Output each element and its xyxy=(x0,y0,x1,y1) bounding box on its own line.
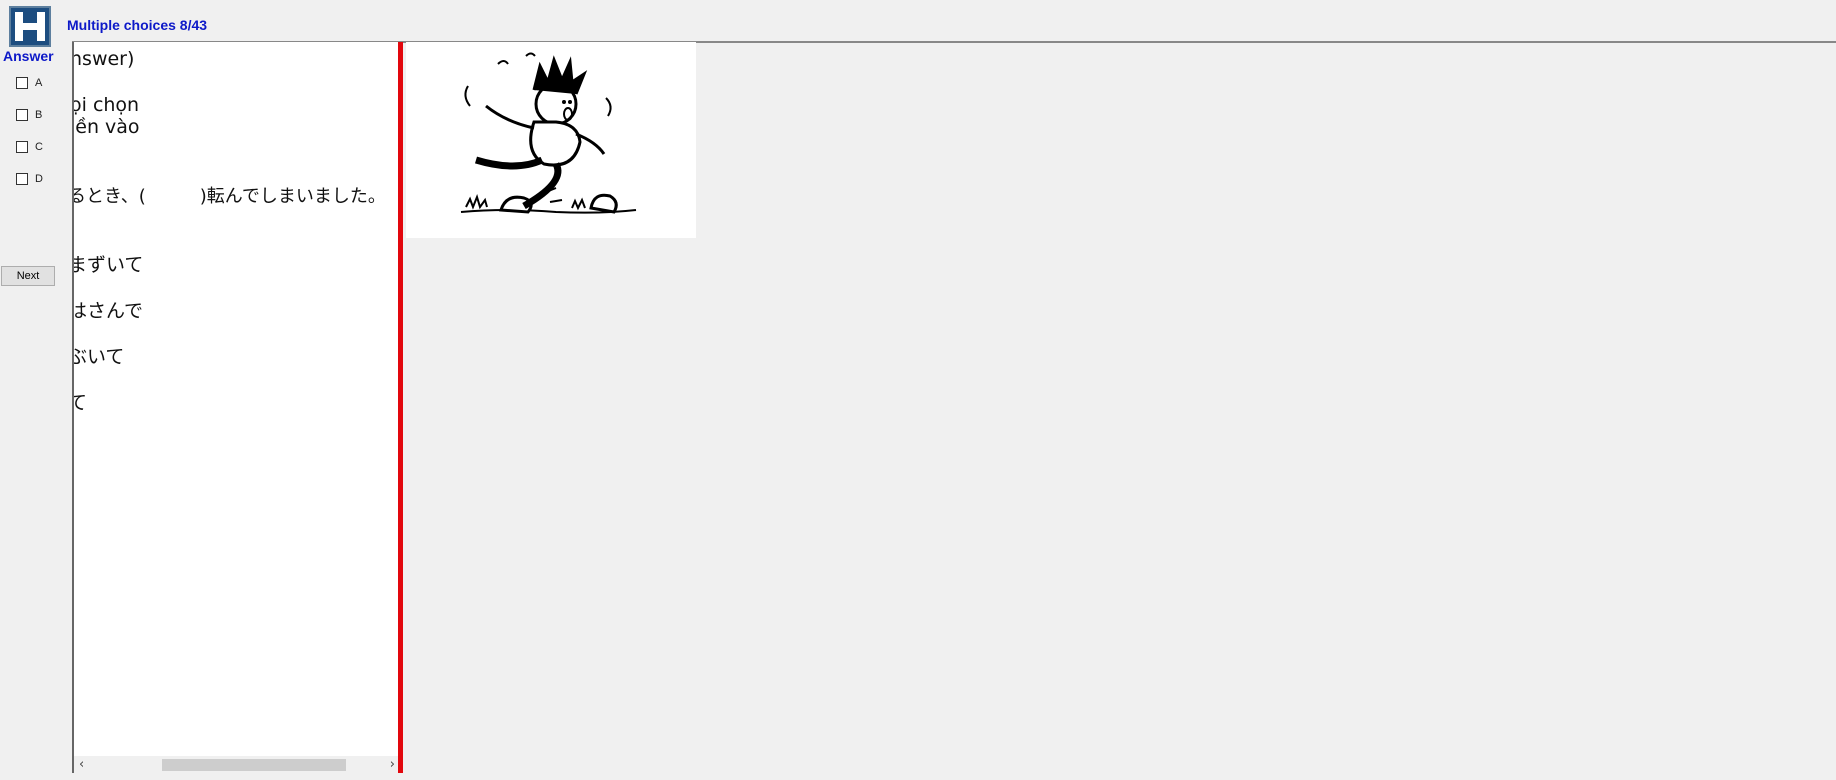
choice-a-checkbox[interactable] xyxy=(16,77,28,89)
horizontal-scrollbar[interactable]: ‹ › xyxy=(74,756,400,773)
question-panel[interactable]: nswer) ọi chọn iền vào るとき、( )転んでしまいました。… xyxy=(72,42,400,773)
next-button[interactable]: Next xyxy=(1,266,55,286)
page-title: Multiple choices 8/43 xyxy=(67,17,208,33)
question-illustration xyxy=(406,42,696,238)
choice-b-checkbox[interactable] xyxy=(16,109,28,121)
choice-b-label: B xyxy=(35,109,43,121)
choice-c[interactable]: C xyxy=(16,141,43,153)
app-logo-icon xyxy=(9,6,51,47)
answer-heading: Answer xyxy=(3,48,54,64)
option-1-text: まずいて xyxy=(72,254,144,276)
scrollbar-thumb[interactable] xyxy=(162,759,346,771)
question-instruction-line-1: nswer) xyxy=(72,48,135,70)
chevron-right-icon[interactable]: › xyxy=(390,756,395,773)
choice-d-label: D xyxy=(35,173,43,185)
choice-d[interactable]: D xyxy=(16,173,43,185)
option-4-text: て xyxy=(74,388,87,415)
panel-splitter[interactable] xyxy=(398,42,403,773)
option-3-text: ぶいて xyxy=(72,346,125,368)
choice-c-label: C xyxy=(35,141,43,153)
question-instruction-line-3: iền vào xyxy=(72,116,140,138)
option-2-text: はさんで xyxy=(72,300,144,322)
chevron-left-icon[interactable]: ‹ xyxy=(79,756,84,773)
question-instruction-line-2: ọi chọn xyxy=(72,94,140,116)
choice-b[interactable]: B xyxy=(16,109,42,121)
choice-a[interactable]: A xyxy=(16,77,42,89)
choice-a-label: A xyxy=(35,77,43,89)
question-sentence: るとき、( )転んでしまいました。 xyxy=(72,186,386,207)
choice-c-checkbox[interactable] xyxy=(16,141,28,153)
choice-d-checkbox[interactable] xyxy=(16,173,28,185)
